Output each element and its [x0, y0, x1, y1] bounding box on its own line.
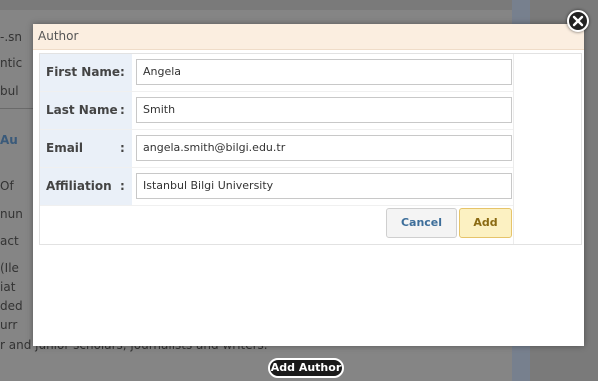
form-row-email: Email : angela.smith@bilgi.edu.tr: [40, 130, 513, 168]
background-text: nun: [0, 207, 23, 221]
background-text: act: [0, 234, 19, 248]
author-dialog: Author First Name : Angela Last Name : S…: [33, 24, 584, 346]
form-row-last-name: Last Name : Smith: [40, 92, 513, 130]
first-name-label: First Name: [46, 65, 121, 79]
label-cell: Affiliation :: [40, 168, 132, 205]
last-name-input[interactable]: Smith: [136, 97, 512, 123]
last-name-label: Last Name: [46, 103, 118, 117]
dialog-title: Author: [38, 29, 79, 43]
background-heading: Au: [0, 133, 18, 147]
background-text: ded: [0, 299, 23, 313]
label-separator: :: [120, 179, 125, 193]
background-text: -.sn: [0, 30, 23, 44]
label-cell: Email :: [40, 130, 132, 167]
label-separator: :: [120, 141, 125, 155]
form-row-first-name: First Name : Angela: [40, 54, 513, 92]
close-button[interactable]: [567, 10, 589, 32]
background-text: ntic: [0, 56, 23, 70]
email-label: Email: [46, 141, 84, 155]
email-input[interactable]: angela.smith@bilgi.edu.tr: [136, 135, 512, 161]
cancel-button[interactable]: Cancel: [386, 208, 457, 238]
label-separator: :: [120, 103, 125, 117]
label-separator: :: [120, 65, 125, 79]
add-author-button[interactable]: Add Author: [268, 358, 344, 378]
close-icon: [572, 15, 584, 27]
background-text: Of: [0, 179, 14, 193]
background-text: bul: [0, 84, 19, 98]
affiliation-label: Affiliation: [46, 179, 112, 193]
form-row-affiliation: Affiliation : Istanbul Bilgi University: [40, 168, 513, 206]
author-form: First Name : Angela Last Name : Smith Em…: [39, 53, 582, 245]
first-name-input[interactable]: Angela: [136, 59, 512, 85]
label-cell: Last Name :: [40, 92, 132, 129]
label-cell: First Name :: [40, 54, 132, 91]
background-text: (Ile: [0, 261, 19, 275]
add-button[interactable]: Add: [459, 208, 512, 238]
dialog-header: Author: [33, 24, 584, 50]
background-text: iat: [0, 280, 16, 294]
background-text: urr: [0, 318, 18, 332]
affiliation-input[interactable]: Istanbul Bilgi University: [136, 173, 512, 199]
